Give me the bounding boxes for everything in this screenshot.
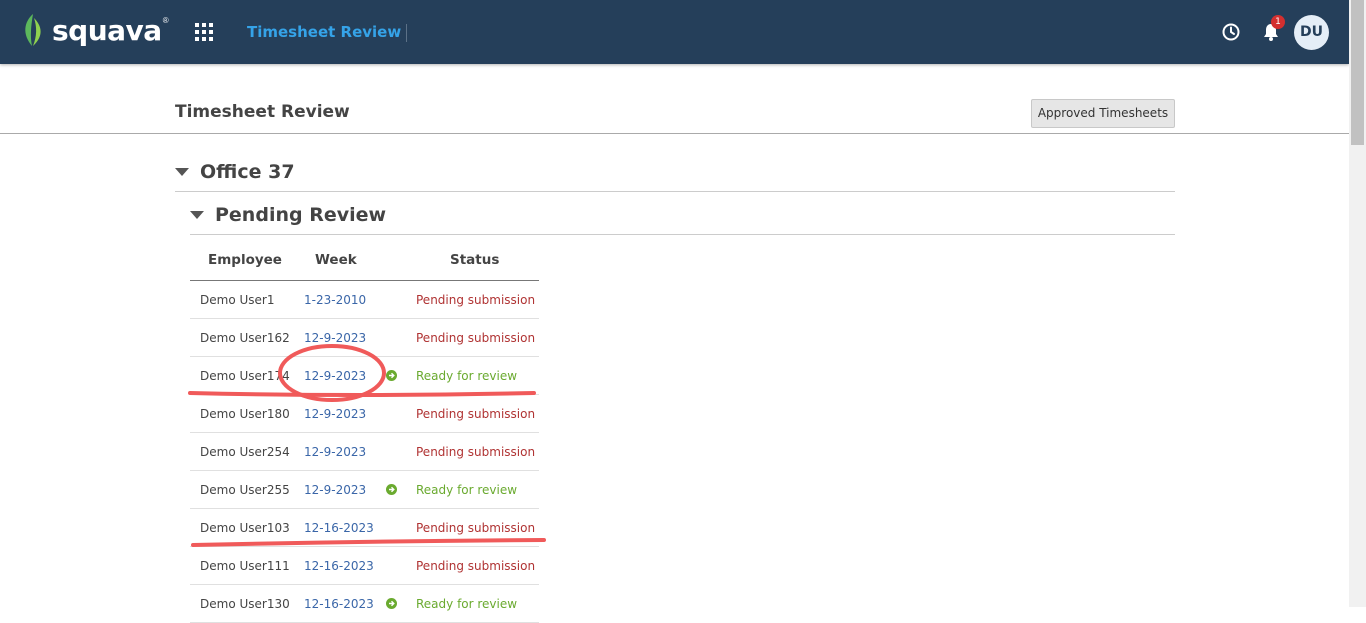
week-link[interactable]: 12-9-2023 (304, 407, 366, 421)
employee-name: Demo User180 (200, 407, 290, 421)
arrow-circle-right-icon[interactable] (386, 370, 397, 381)
employee-name: Demo User255 (200, 483, 290, 497)
week-link[interactable]: 12-16-2023 (304, 559, 374, 573)
employee-name: Demo User103 (200, 521, 290, 535)
logo-text: squava (52, 13, 162, 47)
title-divider (0, 133, 1349, 134)
status-label: Ready for review (416, 483, 518, 497)
status-label: Pending submission (416, 559, 536, 573)
clock-icon[interactable] (1222, 23, 1240, 41)
logo-trademark: ® (162, 16, 169, 25)
squava-logo[interactable]: squava ® (20, 10, 169, 50)
table-row[interactable]: Demo User130 12-16-2023 Ready for review (190, 585, 539, 623)
week-link[interactable]: 1-23-2010 (304, 293, 366, 307)
employee-name: Demo User111 (200, 559, 290, 573)
status-label: Ready for review (416, 597, 518, 611)
apps-grid-icon[interactable] (195, 23, 213, 41)
collapse-triangle-icon (175, 168, 189, 176)
employee-name: Demo User254 (200, 445, 290, 459)
week-link[interactable]: 12-16-2023 (304, 597, 374, 611)
status-label: Pending submission (416, 521, 536, 535)
status-label: Pending submission (416, 407, 536, 421)
page-scrollbar[interactable] (1349, 0, 1366, 607)
user-avatar[interactable]: DU (1294, 15, 1329, 50)
employee-name: Demo User1 (200, 293, 275, 307)
column-header-employee: Employee (208, 252, 282, 268)
page-title: Timesheet Review (175, 102, 350, 122)
week-link[interactable]: 12-9-2023 (304, 369, 366, 383)
status-label: Pending submission (416, 293, 536, 307)
approved-timesheets-button[interactable]: Approved Timesheets (1031, 99, 1175, 128)
table-row[interactable]: Demo User1 1-23-2010 Pending submission (190, 281, 539, 319)
top-navigation-bar: squava ® Timesheet Review 1 DU (0, 0, 1349, 64)
column-header-week: Week (315, 252, 357, 268)
week-link[interactable]: 12-9-2023 (304, 483, 366, 497)
office-name: Office 37 (200, 161, 295, 183)
leaf-logo-icon (25, 14, 41, 46)
week-link[interactable]: 12-16-2023 (304, 521, 374, 535)
status-label: Pending submission (416, 445, 536, 459)
week-link[interactable]: 12-9-2023 (304, 331, 366, 345)
table-row[interactable]: Demo User103 12-16-2023 Pending submission (190, 509, 539, 547)
employee-name: Demo User174 (200, 369, 290, 383)
pending-review-divider (190, 234, 1175, 235)
status-label: Ready for review (416, 369, 518, 383)
week-link[interactable]: 12-9-2023 (304, 445, 366, 459)
table-row[interactable]: Demo User174 12-9-2023 Ready for review (190, 357, 539, 395)
table-row[interactable]: Demo User254 12-9-2023 Pending submission (190, 433, 539, 471)
table-row[interactable]: Demo User255 12-9-2023 Ready for review (190, 471, 539, 509)
office-divider (175, 191, 1175, 192)
table-row[interactable]: Demo User162 12-9-2023 Pending submission (190, 319, 539, 357)
employee-name: Demo User162 (200, 331, 290, 345)
scrollbar-thumb[interactable] (1351, 0, 1364, 145)
nav-timesheet-review-link[interactable]: Timesheet Review (247, 23, 401, 41)
arrow-circle-right-icon[interactable] (386, 598, 397, 609)
table-row[interactable]: Demo User111 12-16-2023 Pending submission (190, 547, 539, 585)
office-section-toggle[interactable]: Office 37 (175, 161, 295, 183)
column-header-status: Status (450, 252, 500, 268)
pending-review-section-toggle[interactable]: Pending Review (190, 204, 386, 226)
collapse-triangle-icon (190, 211, 204, 219)
nav-separator (406, 24, 407, 42)
pending-review-title: Pending Review (215, 204, 387, 226)
employee-name: Demo User130 (200, 597, 290, 611)
notification-count-badge: 1 (1271, 15, 1285, 29)
table-body: Demo User1 1-23-2010 Pending submission Dem… (190, 281, 539, 623)
timesheet-table: Employee Week Status Demo User1 1-23-2010… (190, 242, 539, 623)
arrow-circle-right-icon[interactable] (386, 484, 397, 495)
status-label: Pending submission (416, 331, 536, 345)
table-header: Employee Week Status (190, 242, 539, 281)
table-row[interactable]: Demo User180 12-9-2023 Pending submission (190, 395, 539, 433)
